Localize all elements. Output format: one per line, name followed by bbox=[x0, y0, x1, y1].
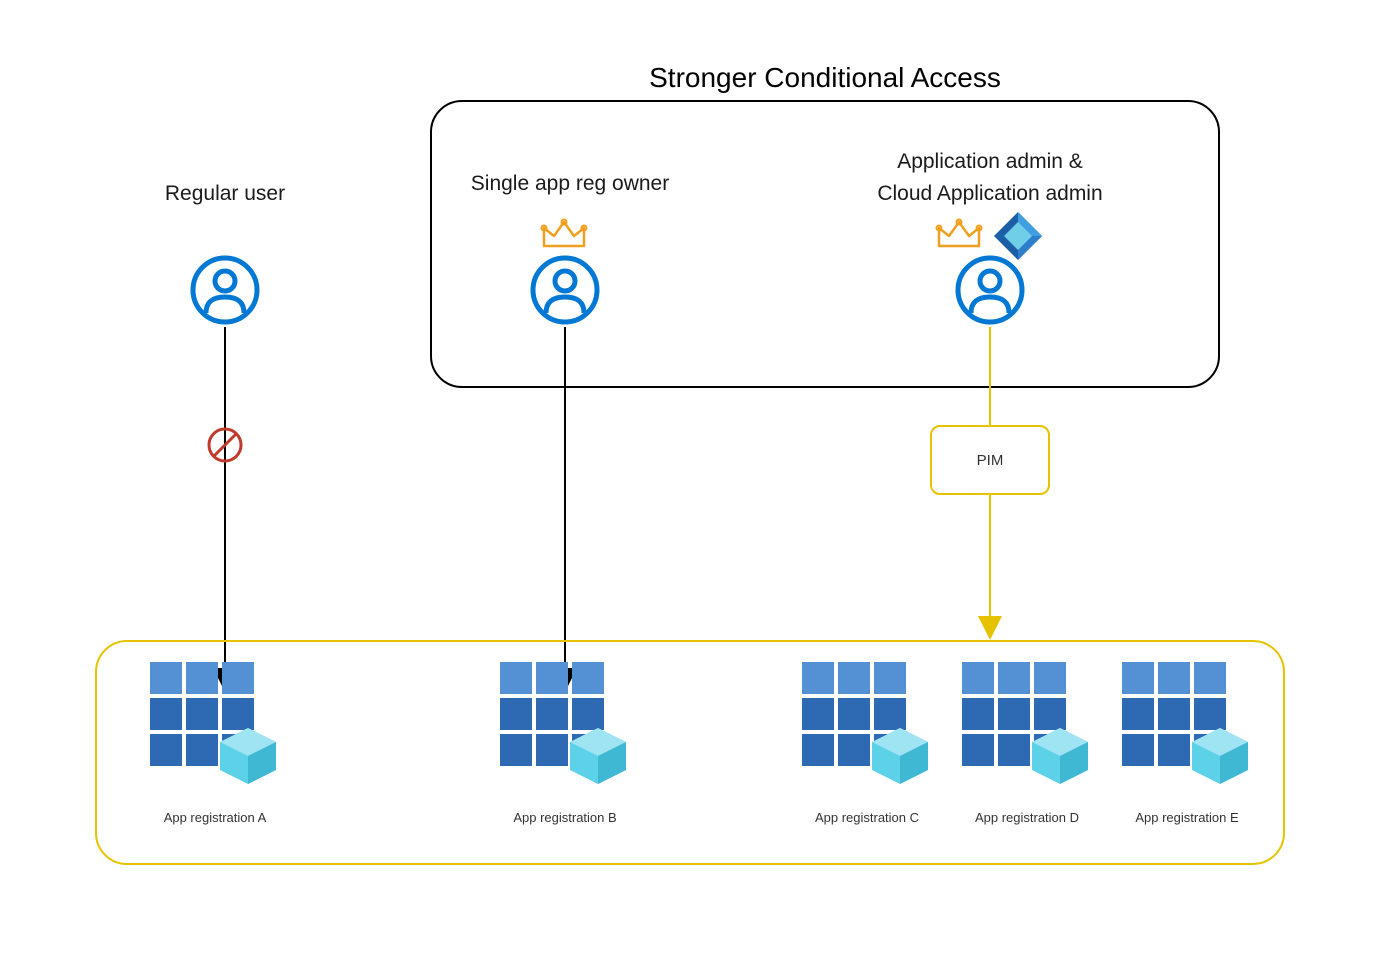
app-a-label: App registration A bbox=[150, 810, 280, 827]
crown-icon bbox=[935, 216, 983, 252]
pim-box: PIM bbox=[930, 425, 1050, 495]
user-icon bbox=[530, 255, 600, 325]
app-b-label: App registration B bbox=[500, 810, 630, 827]
app-c-label: App registration C bbox=[802, 810, 932, 827]
app-e-label: App registration E bbox=[1122, 810, 1252, 827]
user-icon bbox=[190, 255, 260, 325]
app-registration-icon bbox=[498, 660, 626, 788]
crown-icon bbox=[540, 216, 588, 252]
prohibit-icon bbox=[205, 425, 245, 465]
app-registration-icon bbox=[960, 660, 1088, 788]
pim-label: PIM bbox=[977, 452, 1004, 469]
app-registration-icon bbox=[148, 660, 276, 788]
diagram-title: Stronger Conditional Access bbox=[550, 60, 1100, 96]
app-registration-icon bbox=[800, 660, 928, 788]
app-registration-icon bbox=[1120, 660, 1248, 788]
owner-label: Single app reg owner bbox=[455, 170, 685, 197]
admin-label-line2: Cloud Application admin bbox=[840, 180, 1140, 207]
app-d-label: App registration D bbox=[962, 810, 1092, 827]
diagram-canvas: Stronger Conditional Access Regular user… bbox=[0, 0, 1377, 974]
regular-user-label: Regular user bbox=[140, 180, 310, 207]
user-icon bbox=[955, 255, 1025, 325]
admin-label-line1: Application admin & bbox=[840, 148, 1140, 175]
